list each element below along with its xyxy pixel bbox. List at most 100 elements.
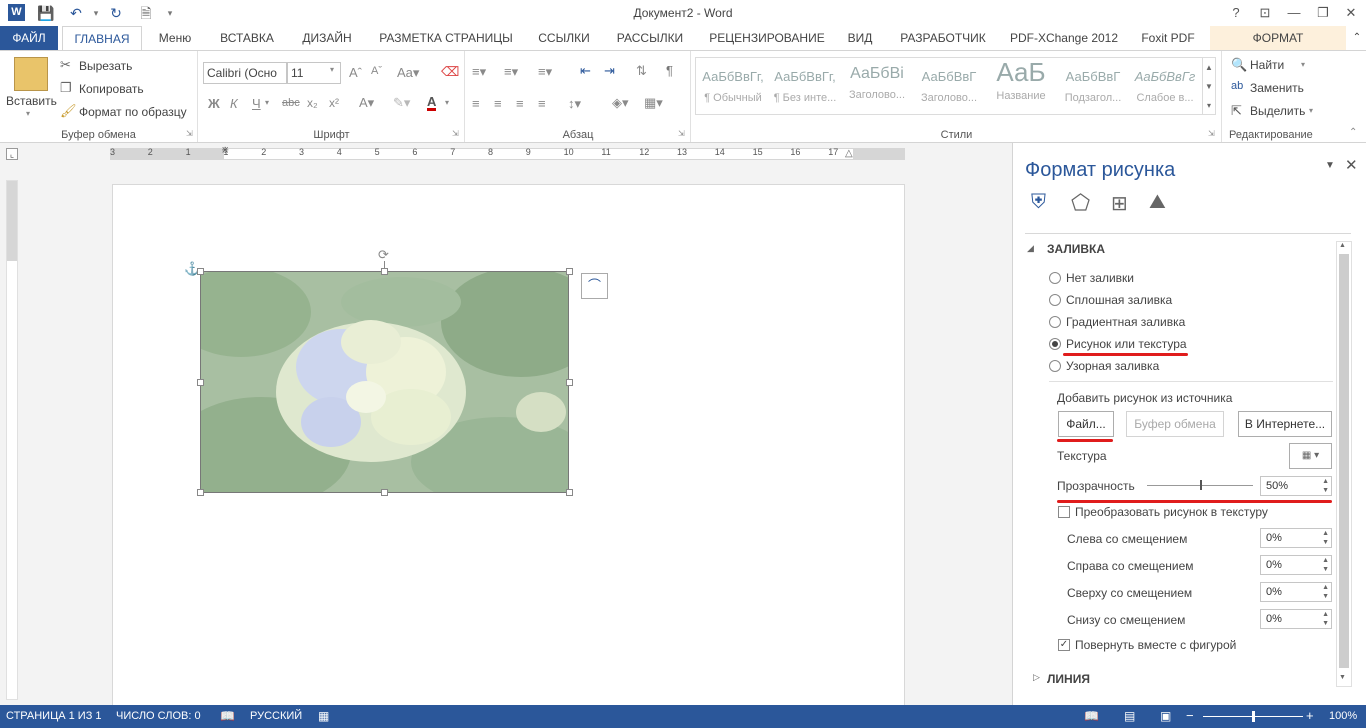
tab-selector-icon[interactable]: ⌞ (6, 148, 18, 160)
hydrangea-picture[interactable] (200, 271, 569, 493)
line-expand-icon[interactable]: ▷ (1033, 672, 1040, 683)
line-section-header[interactable]: ЛИНИЯ (1047, 672, 1090, 686)
strikethrough-button[interactable]: abc (282, 97, 300, 109)
tile-checkbox[interactable] (1058, 506, 1070, 518)
replace-button[interactable]: Заменить (1250, 81, 1304, 95)
online-button[interactable]: В Интернете... (1238, 411, 1332, 437)
decrease-indent-icon[interactable]: ⇤ (580, 63, 591, 79)
cut-button[interactable]: Вырезать (79, 59, 132, 73)
offset-bottom-spinner[interactable]: 0% ▲ ▼ (1260, 609, 1332, 629)
maximize-button[interactable]: ❐ (1312, 3, 1334, 23)
font-launcher-icon[interactable]: ⇲ (452, 129, 459, 138)
bold-button[interactable]: Ж (208, 96, 220, 111)
resize-handle-w[interactable] (197, 379, 204, 386)
italic-button[interactable]: К (230, 96, 238, 111)
resize-handle-sw[interactable] (197, 489, 204, 496)
resize-handle-s[interactable] (381, 489, 388, 496)
borders-icon[interactable]: ▦▾ (644, 95, 663, 111)
tab-layout[interactable]: РАЗМЕТКА СТРАНИЦЫ (372, 26, 520, 50)
collapse-ribbon-arrow-icon[interactable]: ⌃ (1349, 127, 1357, 138)
gradient-fill-label[interactable]: Градиентная заливка (1066, 315, 1185, 329)
text-effects-icon[interactable]: A▾ (359, 95, 374, 111)
layout-properties-tab-icon[interactable]: ⊞ (1111, 191, 1128, 216)
tab-review[interactable]: РЕЦЕНЗИРОВАНИЕ (704, 26, 830, 50)
vertical-ruler[interactable] (6, 180, 18, 700)
tab-insert[interactable]: ВСТАВКА (212, 26, 282, 50)
effects-tab-icon[interactable]: ⬠ (1071, 190, 1090, 216)
bullets-icon[interactable]: ≡▾ (472, 64, 486, 80)
tab-references[interactable]: ССЫЛКИ (532, 26, 596, 50)
style-item-heading1[interactable]: АаБбВі Заголово... (842, 57, 912, 113)
pane-scrollbar[interactable]: ▲ ▼ (1336, 241, 1352, 687)
style-item-subtle[interactable]: АаБбВвГг Слабое в... (1130, 57, 1200, 113)
styles-launcher-icon[interactable]: ⇲ (1208, 129, 1215, 138)
style-item-normal[interactable]: АаБбВвГг, ¶ Обычный (698, 57, 768, 113)
tile-label[interactable]: Преобразовать рисунок в текстуру (1075, 505, 1268, 519)
paragraph-launcher-icon[interactable]: ⇲ (678, 129, 685, 138)
highlight-color-icon[interactable]: ✎▾ (393, 95, 410, 111)
radio-picture-texture-fill[interactable] (1049, 338, 1061, 350)
resize-handle-ne[interactable] (566, 268, 573, 275)
ribbon-display-button[interactable]: ⊡ (1254, 3, 1276, 23)
read-mode-icon[interactable]: 📖 (1084, 709, 1099, 723)
find-dropdown-icon[interactable]: ▾ (1301, 60, 1305, 69)
font-color-dropdown-icon[interactable]: ▾ (445, 98, 449, 107)
word-count[interactable]: ЧИСЛО СЛОВ: 0 (116, 710, 201, 722)
no-fill-label[interactable]: Нет заливки (1066, 271, 1134, 285)
resize-handle-e[interactable] (566, 379, 573, 386)
tab-design[interactable]: ДИЗАЙН (294, 26, 360, 50)
spinner-arrows-icon[interactable]: ▲ ▼ (1322, 556, 1329, 574)
zoom-in-icon[interactable]: + (1306, 708, 1314, 723)
copy-button[interactable]: Копировать (79, 82, 144, 96)
layout-options-icon[interactable]: ⌒ (581, 273, 608, 299)
scroll-up-icon[interactable]: ▲ (1339, 242, 1346, 249)
increase-indent-icon[interactable]: ⇥ (604, 63, 615, 79)
paste-icon[interactable] (14, 57, 48, 91)
spinner-arrows-icon[interactable]: ▲ ▼ (1322, 610, 1329, 628)
tab-mailings[interactable]: РАССЫЛКИ (608, 26, 692, 50)
pane-options-icon[interactable]: ▼ (1325, 160, 1335, 171)
radio-pattern-fill[interactable] (1049, 360, 1061, 372)
rotate-with-shape-checkbox[interactable]: ✓ (1058, 639, 1070, 651)
shrink-font-icon[interactable]: Aˇ (371, 65, 382, 77)
zoom-slider[interactable] (1203, 711, 1303, 722)
fill-line-tab-icon[interactable]: ⛨ (1031, 191, 1046, 214)
tab-developer[interactable]: РАЗРАБОТЧИК (892, 26, 994, 50)
transparency-slider-track[interactable] (1147, 480, 1253, 490)
transparency-spinner[interactable]: 50% ▲ ▼ (1260, 476, 1332, 496)
scroll-thumb[interactable] (1339, 254, 1349, 668)
shading-icon[interactable]: ◈▾ (612, 95, 629, 111)
paste-button[interactable]: Вставить (6, 94, 57, 108)
zoom-out-icon[interactable]: − (1186, 708, 1194, 723)
numbering-icon[interactable]: ≡▾ (504, 64, 518, 80)
close-button[interactable]: ✕ (1340, 3, 1362, 23)
font-size-dropdown-icon[interactable]: ▾ (330, 65, 334, 74)
tab-view[interactable]: ВИД (840, 26, 880, 50)
clipboard-launcher-icon[interactable]: ⇲ (186, 129, 193, 138)
line-spacing-icon[interactable]: ↕▾ (568, 96, 581, 112)
style-item-title[interactable]: АаБ Название (986, 57, 1056, 113)
pattern-fill-label[interactable]: Узорная заливка (1066, 359, 1159, 373)
tab-menu[interactable]: Меню (150, 26, 200, 50)
subscript-button[interactable]: x₂ (307, 96, 318, 110)
web-layout-icon[interactable]: ▣ (1160, 709, 1171, 723)
language[interactable]: РУССКИЙ (250, 710, 302, 722)
tab-pdf-xchange[interactable]: PDF-XChange 2012 (1006, 26, 1122, 50)
paste-dropdown-icon[interactable]: ▾ (26, 109, 30, 118)
select-dropdown-icon[interactable]: ▾ (1309, 106, 1313, 115)
print-layout-icon[interactable]: ▤ (1124, 709, 1135, 723)
style-item-subtitle[interactable]: АаБбВвГ Подзагол... (1058, 57, 1128, 113)
texture-picker[interactable]: ▦ ▾ (1289, 443, 1332, 469)
spinner-arrows-icon[interactable]: ▲ ▼ (1322, 583, 1329, 601)
tab-file[interactable]: ФАЙЛ (0, 26, 58, 50)
file-button[interactable]: Файл... (1058, 411, 1114, 437)
zoom-level[interactable]: 100% (1329, 710, 1357, 722)
radio-no-fill[interactable] (1049, 272, 1061, 284)
show-marks-icon[interactable]: ¶ (666, 63, 673, 78)
picture-texture-fill-label[interactable]: Рисунок или текстура (1066, 337, 1187, 351)
style-item-heading2[interactable]: АаБбВвГ Заголово... (914, 57, 984, 113)
radio-gradient-fill[interactable] (1049, 316, 1061, 328)
fill-section-header[interactable]: ЗАЛИВКА (1047, 242, 1105, 256)
styles-scroll-icon[interactable]: ▲ ▼ ▾ (1202, 57, 1216, 115)
rotate-with-shape-label[interactable]: Повернуть вместе с фигурой (1075, 638, 1236, 652)
